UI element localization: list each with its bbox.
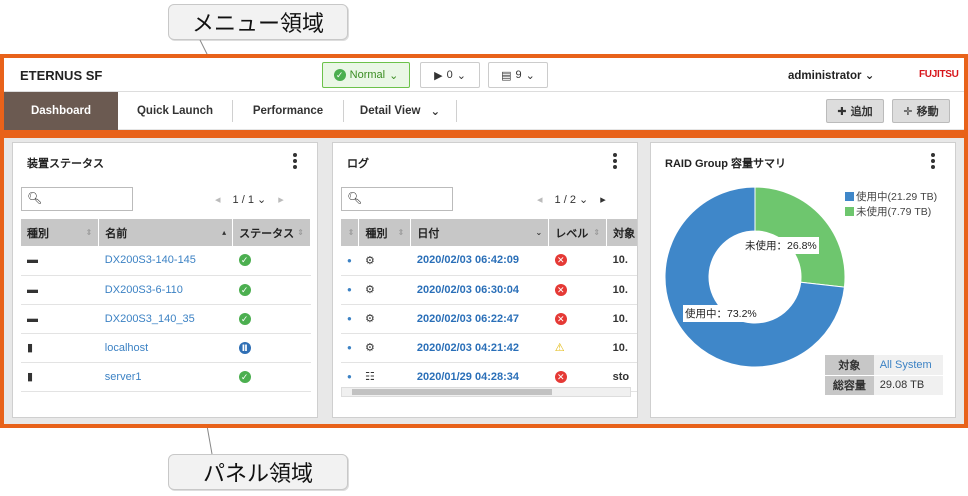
panel-area-frame [0, 134, 968, 428]
menu-area-frame [0, 54, 968, 134]
